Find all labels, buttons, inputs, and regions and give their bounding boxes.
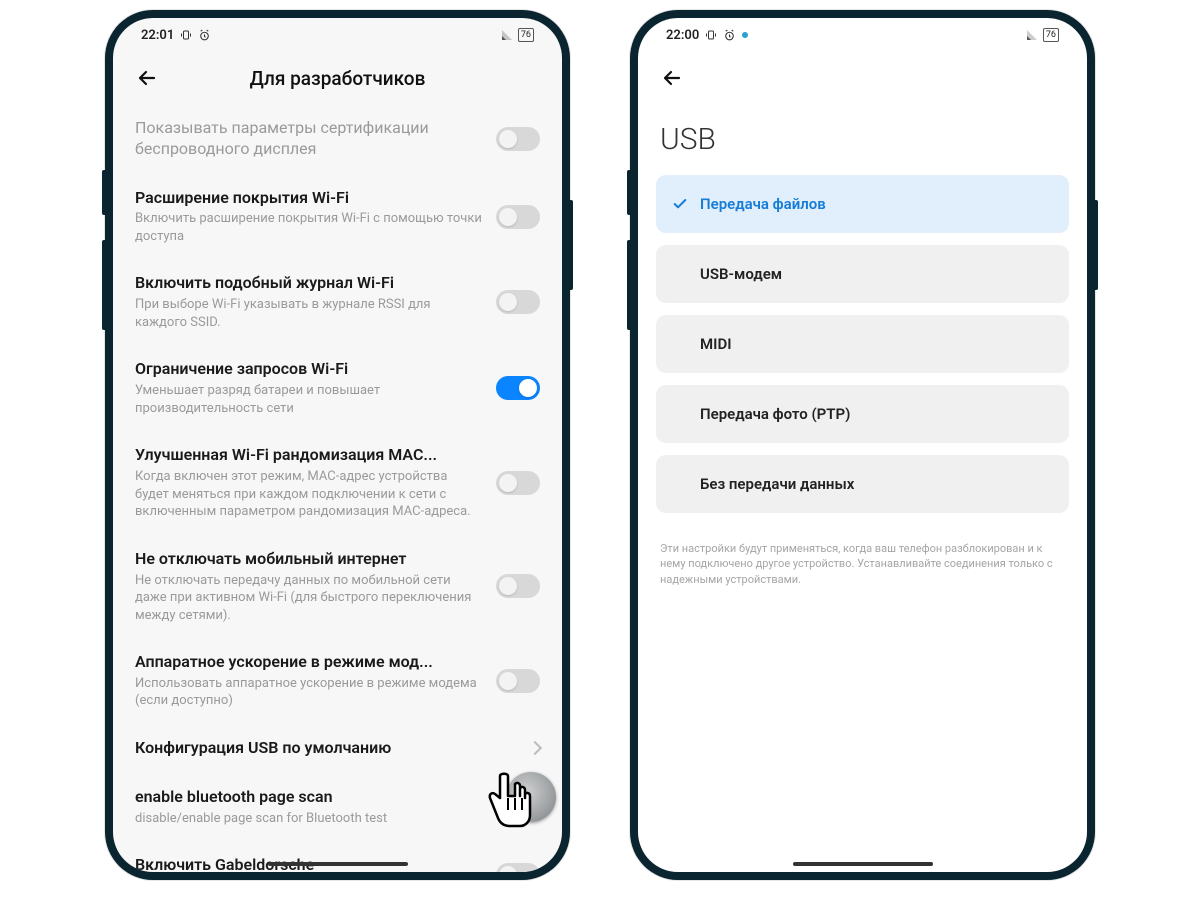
toggle-wifi-log[interactable] [496,290,540,314]
header: Для разработчиков [113,52,562,104]
option-ptp[interactable]: Передача фото (PTP) [656,385,1069,443]
pointer-cursor-icon [480,768,550,838]
row-wifi-coverage-ext[interactable]: Расширение покрытия Wi-Fi Включить расши… [135,174,540,260]
battery-level: 76 [518,28,534,42]
option-file-transfer[interactable]: Передача файлов [656,175,1069,233]
usb-footnote: Эти настройки будут применяться, когда в… [638,525,1087,603]
option-midi[interactable]: MIDI [656,315,1069,373]
chevron-right-icon [528,741,542,755]
option-no-data[interactable]: Без передачи данных [656,455,1069,513]
row-label: Показывать параметры сертификации беспро… [135,118,484,160]
row-label: Конфигурация USB по умолчанию [135,738,518,759]
row-gabeldorsche[interactable]: Включить Gabeldorsche Включить Bluetooth… [135,841,540,872]
back-icon[interactable] [660,66,684,90]
alarm-icon [198,29,211,42]
header [638,52,1087,104]
page-title: Для разработчиков [113,67,562,90]
gesture-bar [268,862,408,866]
row-sub: Включить расширение покрытия Wi-Fi с пом… [135,210,484,245]
row-wifi-throttling[interactable]: Ограничение запросов Wi-Fi Уменьшает раз… [135,345,540,431]
toggle-gabeldorsche[interactable] [496,863,540,872]
alarm-icon [723,29,736,42]
row-wireless-display-cert[interactable]: Показывать параметры сертификации беспро… [135,104,540,174]
check-icon [672,196,688,212]
toggle-wireless-cert[interactable] [496,127,540,151]
clock-text: 22:00 [666,28,699,43]
row-label: enable bluetooth page scan [135,787,484,808]
signal-icon [501,29,513,41]
row-sub: Не отключать передачу данных по мобильно… [135,572,484,625]
row-sub: При выборе Wi-Fi указывать в журнале RSS… [135,296,484,331]
row-mac-randomization[interactable]: Улучшенная Wi-Fi рандомизация MAC... Ког… [135,431,540,534]
row-default-usb-config[interactable]: Конфигурация USB по умолчанию [135,724,540,773]
option-label: Передача фото (PTP) [700,405,850,423]
toggle-hw-accel[interactable] [496,669,540,693]
row-sub: Уменьшает разряд батареи и повышает прои… [135,382,484,417]
phone-right: 22:00 76 USB Передача файлов USB-модем [630,10,1095,880]
option-usb-modem[interactable]: USB-модем [656,245,1069,303]
row-label: Не отключать мобильный интернет [135,549,484,570]
notification-dot-icon [742,32,748,38]
clock-text: 22:01 [141,28,174,43]
option-label: Передача файлов [700,195,826,213]
settings-list[interactable]: Показывать параметры сертификации беспро… [113,104,562,872]
row-wifi-verbose-log[interactable]: Включить подобный журнал Wi-Fi При выбор… [135,259,540,345]
status-bar: 22:00 76 [638,18,1087,52]
toggle-mac-rand[interactable] [496,471,540,495]
row-label: Аппаратное ускорение в режиме мод... [135,652,484,673]
back-icon[interactable] [135,66,159,90]
phone-left: 22:01 76 Для разработчиков Показывать па… [105,10,570,880]
signal-icon [1026,29,1038,41]
option-label: Без передачи данных [700,475,854,493]
page-title: USB [638,104,1087,175]
row-sub: disable/enable page scan for Bluetooth t… [135,810,484,828]
row-tethering-hw-accel[interactable]: Аппаратное ускорение в режиме мод... Исп… [135,638,540,724]
row-sub: Когда включен этот режим, МАС-адрес устр… [135,468,484,521]
row-label: Включить подобный журнал Wi-Fi [135,273,484,294]
toggle-mobile-data[interactable] [496,574,540,598]
option-label: MIDI [700,335,732,353]
toggle-wifi-throttle[interactable] [496,376,540,400]
row-sub: Использовать аппаратное ускорение в режи… [135,675,484,710]
status-bar: 22:01 76 [113,18,562,52]
option-label: USB-модем [700,265,782,283]
battery-level: 76 [1043,28,1059,42]
row-mobile-data-always[interactable]: Не отключать мобильный интернет Не отклю… [135,535,540,638]
vibrate-icon [705,29,717,41]
row-label: Расширение покрытия Wi-Fi [135,188,484,209]
usb-options-list: Передача файлов USB-модем MIDI Передача … [638,175,1087,513]
row-label: Улучшенная Wi-Fi рандомизация MAC... [135,445,484,466]
gesture-bar [793,862,933,866]
row-label: Ограничение запросов Wi-Fi [135,359,484,380]
vibrate-icon [180,29,192,41]
toggle-wifi-ext[interactable] [496,205,540,229]
